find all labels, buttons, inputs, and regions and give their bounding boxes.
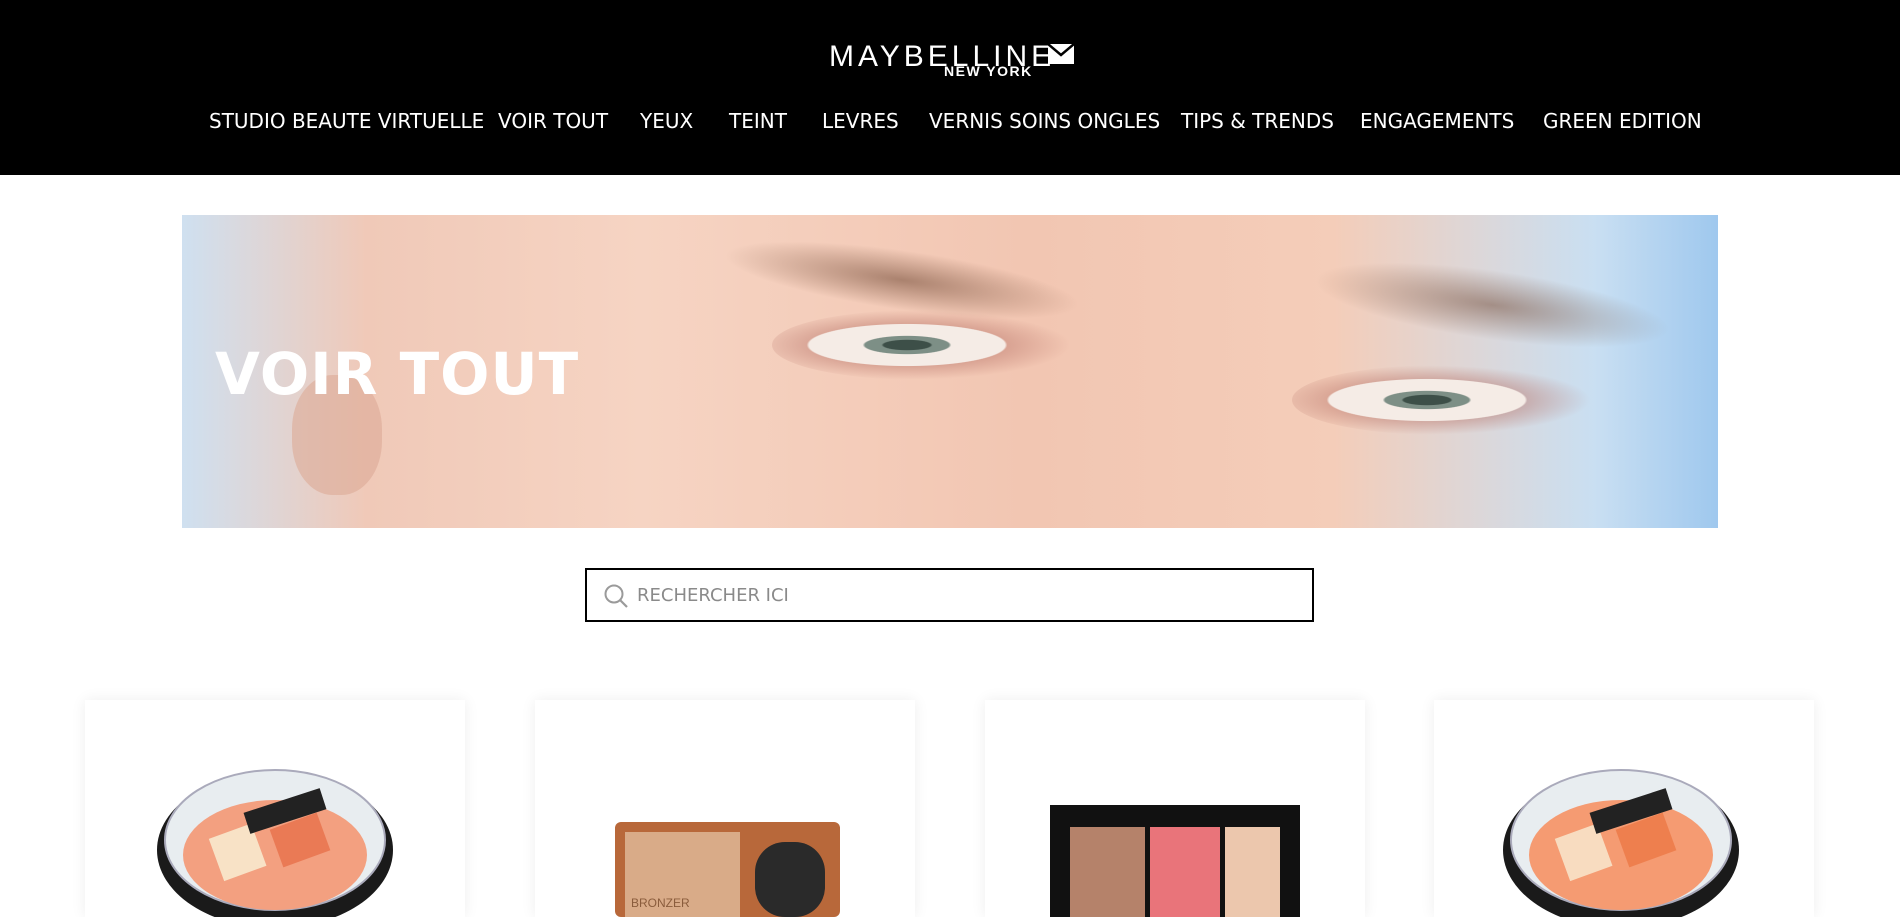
svg-text:BRONZER: BRONZER — [631, 896, 690, 910]
contour-palette-image — [1050, 805, 1300, 917]
product-card[interactable]: BRONZER — [535, 700, 915, 917]
logo-subtitle: NEW YORK — [944, 63, 1033, 79]
nav-item-engagements[interactable]: ENGAGEMENTS — [1360, 104, 1514, 138]
search-input[interactable] — [637, 570, 1297, 620]
page-title: VOIR TOUT — [215, 340, 580, 408]
hero-image-detail — [1308, 245, 1676, 365]
nav-item-voir-tout[interactable]: VOIR TOUT — [498, 104, 608, 138]
envelope-icon — [1048, 44, 1074, 64]
hero-image-detail — [772, 310, 1072, 380]
bronzer-compact-image: BRONZER — [615, 822, 840, 917]
search-icon — [604, 584, 628, 608]
maybelline-logo[interactable]: MAYBELLINE NEW YORK — [829, 40, 1074, 80]
hero-banner: VOIR TOUT — [182, 215, 1718, 528]
search-box — [585, 568, 1314, 622]
product-card[interactable] — [85, 700, 465, 917]
nav-item-levres[interactable]: LEVRES — [822, 104, 899, 138]
nav-item-studio-beaute-virtuelle[interactable]: STUDIO BEAUTE VIRTUELLE — [209, 104, 484, 138]
highlighter-compact-image — [157, 769, 393, 917]
hero-image-detail — [1292, 365, 1592, 435]
product-card[interactable] — [1434, 700, 1814, 917]
site-header: MAYBELLINE NEW YORK STUDIO BEAUTE VIRTUE… — [0, 0, 1900, 175]
product-card[interactable] — [985, 700, 1365, 917]
nav-item-tips-trends[interactable]: TIPS & TRENDS — [1181, 104, 1334, 138]
nav-item-teint[interactable]: TEINT — [729, 104, 787, 138]
nav-item-vernis-soins-ongles[interactable]: VERNIS SOINS ONGLES — [929, 104, 1160, 138]
highlighter-compact-image — [1503, 769, 1739, 917]
main-nav: STUDIO BEAUTE VIRTUELLE VOIR TOUT YEUX T… — [0, 104, 1900, 138]
nav-item-green-edition[interactable]: GREEN EDITION — [1543, 104, 1702, 138]
nav-item-yeux[interactable]: YEUX — [640, 104, 693, 138]
